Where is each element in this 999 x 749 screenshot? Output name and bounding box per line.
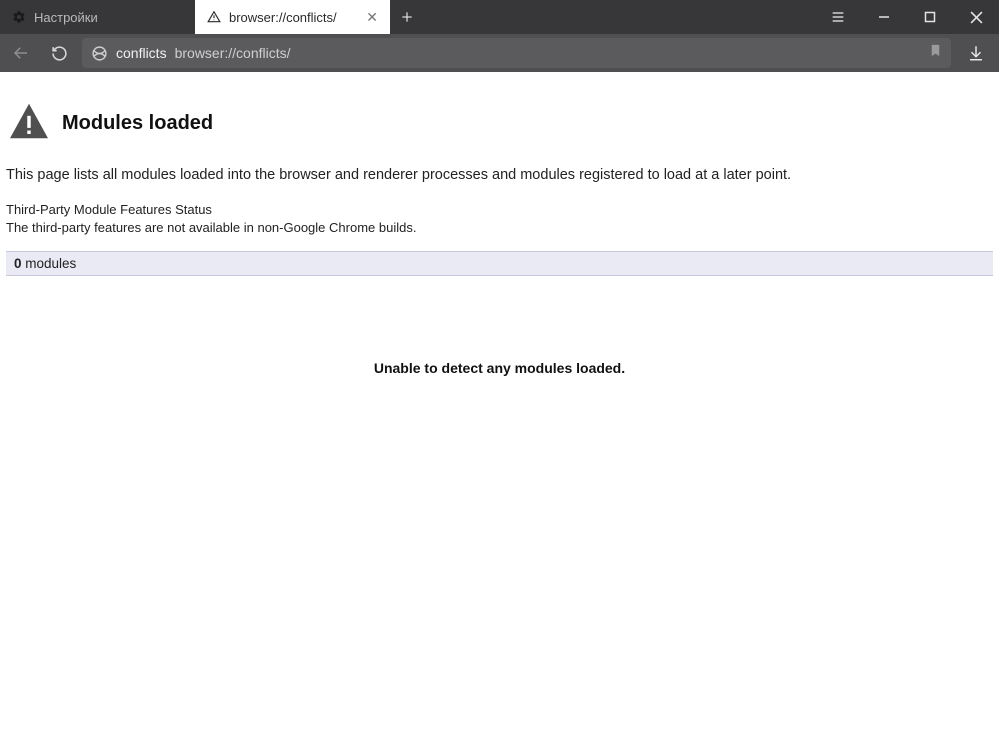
toolbar: conflicts browser://conflicts/ [0,34,999,72]
warning-icon [207,10,221,24]
maximize-button[interactable] [907,0,953,34]
tab-strip-spacer [424,0,815,34]
window-controls [815,0,999,34]
downloads-button[interactable] [959,38,993,68]
address-url: browser://conflicts/ [175,45,291,61]
menu-button[interactable] [815,0,861,34]
page-content: Modules loaded This page lists all modul… [0,72,999,382]
third-party-text: The third-party features are not availab… [6,219,993,237]
site-info-icon[interactable] [90,44,108,62]
back-button[interactable] [6,38,36,68]
modules-count: 0 [14,256,22,271]
modules-label: modules [22,256,77,271]
page-title: Modules loaded [62,112,213,135]
tab-label: Настройки [34,10,98,25]
minimize-button[interactable] [861,0,907,34]
address-bar[interactable]: conflicts browser://conflicts/ [82,38,951,68]
bookmark-icon[interactable] [928,43,943,63]
address-page-name: conflicts [116,45,167,61]
warning-icon [8,102,50,145]
tab-label: browser://conflicts/ [229,10,337,25]
third-party-status: Third-Party Module Features Status The t… [6,201,993,251]
page-description: This page lists all modules loaded into … [6,163,993,201]
tab-settings[interactable]: Настройки [0,0,195,34]
gear-icon [12,10,26,24]
page-header: Modules loaded [6,84,993,163]
tab-conflicts[interactable]: browser://conflicts/ ✕ [195,0,390,34]
no-modules-message: Unable to detect any modules loaded. [6,276,993,376]
close-icon[interactable]: ✕ [366,10,378,24]
close-window-button[interactable] [953,0,999,34]
third-party-title: Third-Party Module Features Status [6,201,993,219]
new-tab-button[interactable] [390,0,424,34]
reload-button[interactable] [44,38,74,68]
modules-count-bar: 0 modules [6,251,993,276]
tab-strip: Настройки browser://conflicts/ ✕ [0,0,999,34]
